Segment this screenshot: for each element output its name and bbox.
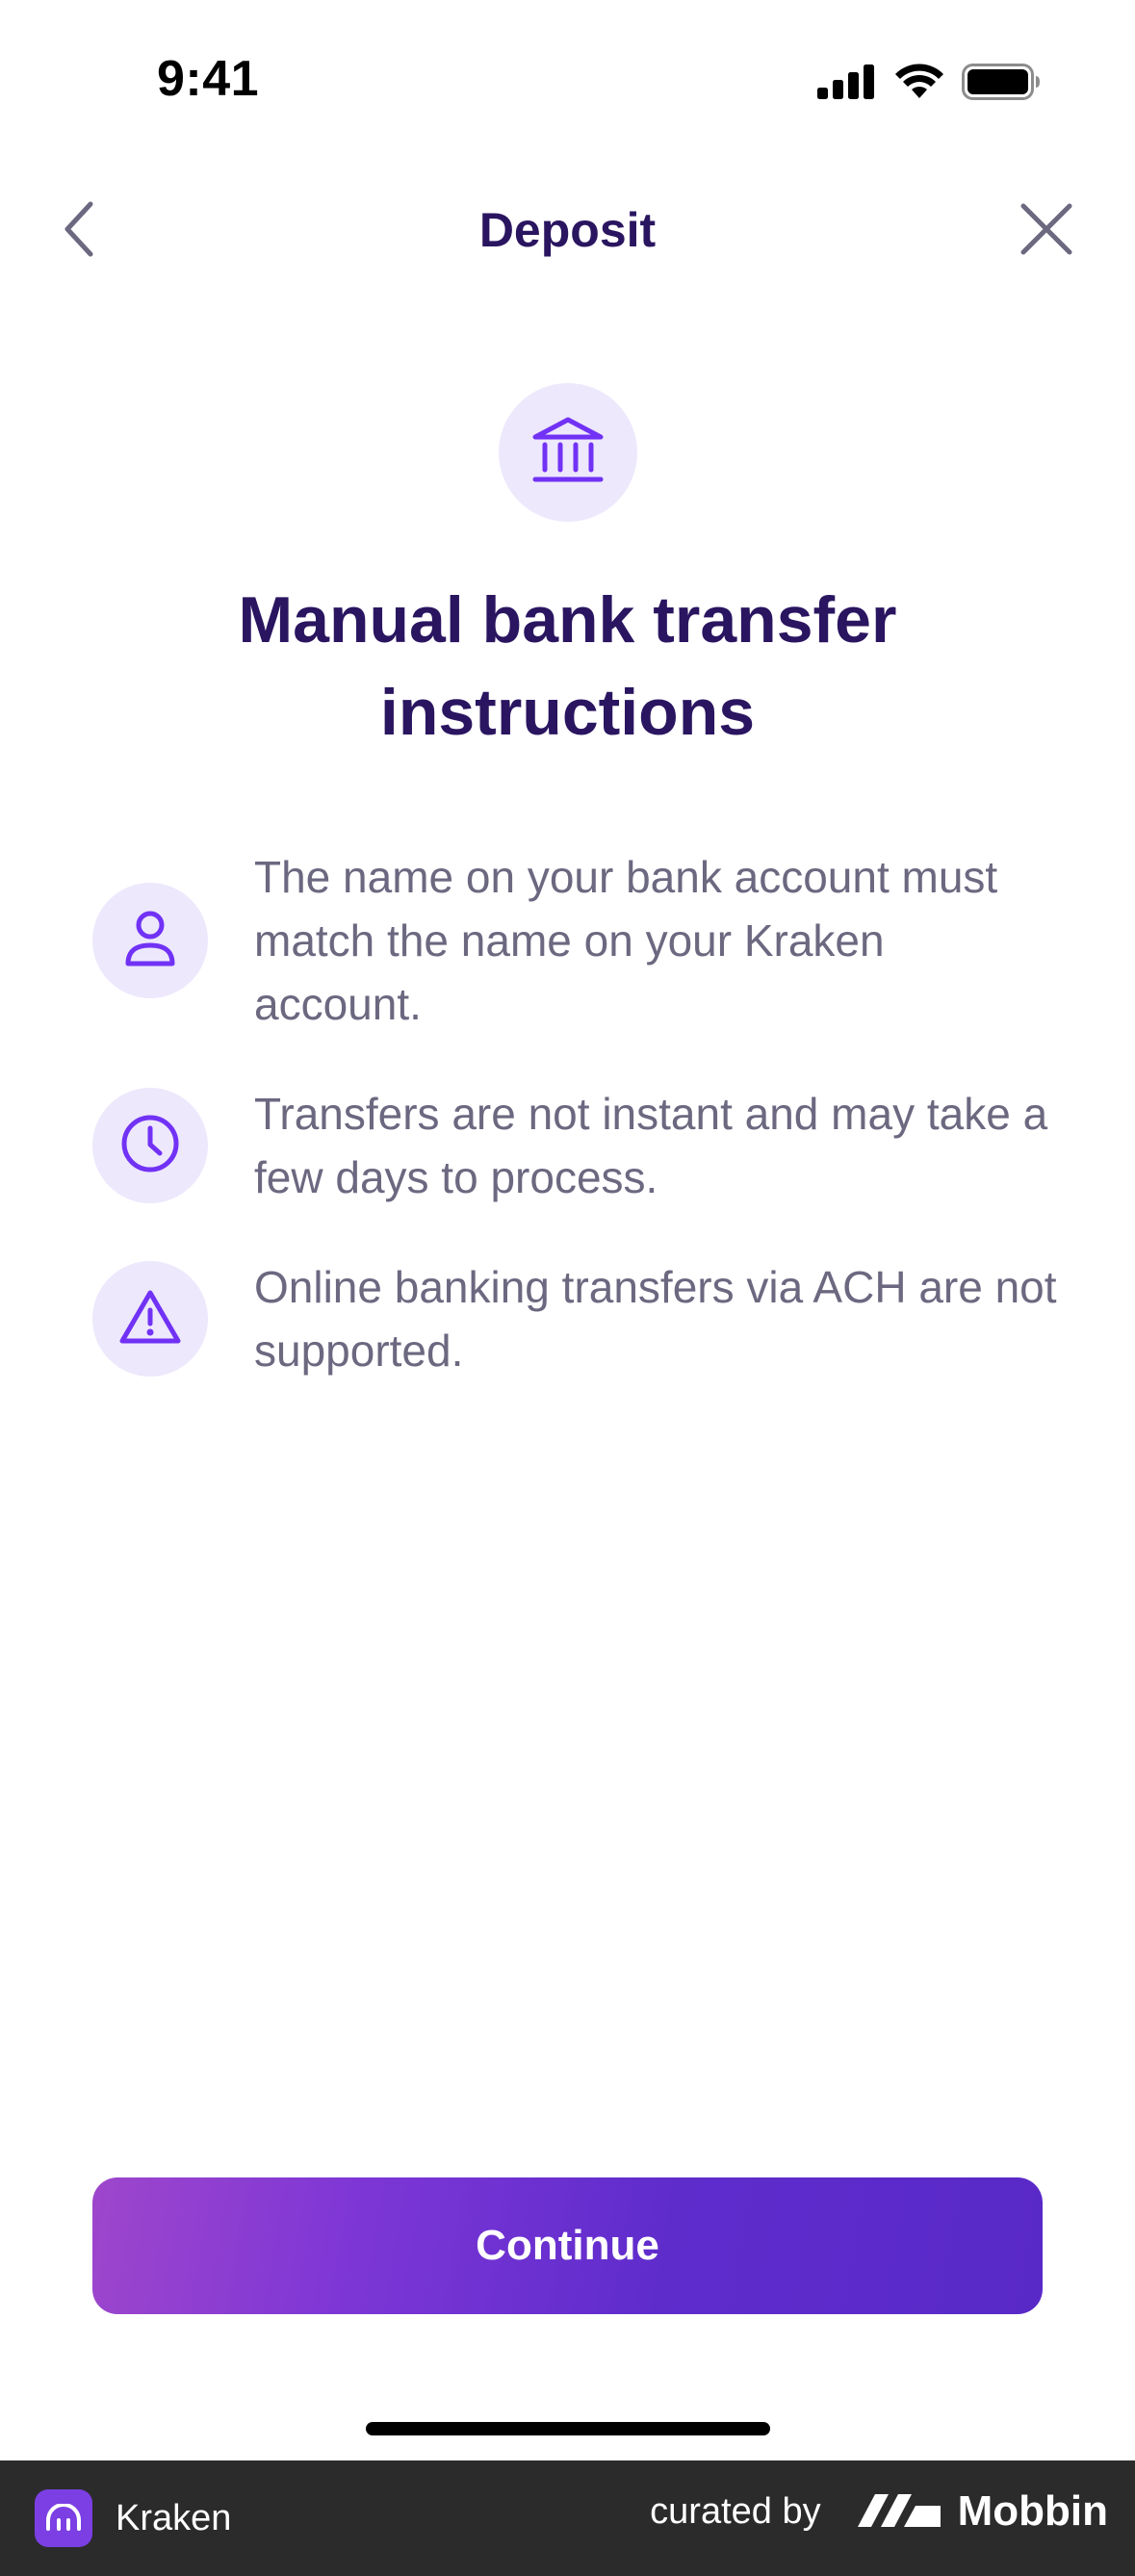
kraken-logo-icon xyxy=(35,2489,92,2547)
curated-by-text: curated by xyxy=(650,2490,821,2532)
footer-app-name: Kraken xyxy=(116,2497,232,2538)
instruction-text: The name on your bank account must match… xyxy=(254,852,998,1029)
home-indicator[interactable] xyxy=(366,2422,770,2435)
hero-icon-circle xyxy=(499,383,637,522)
instruction-text: Online banking transfers via ACH are not… xyxy=(254,1262,1057,1376)
deposit-screen: 9:41 Deposit Manual bank transfer instru… xyxy=(0,0,1135,2576)
footer-app: Kraken xyxy=(35,2489,231,2547)
mobbin-name: Mobbin xyxy=(957,2487,1108,2535)
close-button[interactable] xyxy=(1008,193,1085,270)
instruction-item: The name on your bank account must match… xyxy=(92,845,1058,1036)
mobbin-mark-icon xyxy=(856,2488,942,2536)
status-time: 9:41 xyxy=(157,51,260,107)
footer-credit: curated by Mobbin xyxy=(650,2487,1108,2536)
warning-icon xyxy=(118,1288,182,1351)
footer-bar: Kraken curated by Mobbin xyxy=(0,2460,1135,2576)
clock-icon xyxy=(119,1113,181,1179)
close-icon xyxy=(1019,202,1073,261)
headline: Manual bank transfer instructions xyxy=(238,583,897,749)
status-icons xyxy=(817,64,1041,105)
user-icon xyxy=(123,909,177,973)
user-icon-circle xyxy=(92,883,208,998)
continue-button[interactable]: Continue xyxy=(92,2177,1043,2314)
bank-icon xyxy=(531,416,605,490)
page-title: Deposit xyxy=(478,203,657,257)
warning-icon-circle xyxy=(92,1261,208,1377)
clock-icon-circle xyxy=(92,1088,208,1203)
battery-icon xyxy=(962,64,1041,105)
instruction-text: Transfers are not instant and may take a… xyxy=(254,1089,1048,1202)
instruction-item: Transfers are not instant and may take a… xyxy=(92,1082,1058,1209)
mobbin-logo: Mobbin xyxy=(856,2487,1108,2536)
wifi-icon xyxy=(894,64,944,105)
instruction-item: Online banking transfers via ACH are not… xyxy=(92,1255,1058,1382)
cellular-signal-icon xyxy=(817,64,877,104)
